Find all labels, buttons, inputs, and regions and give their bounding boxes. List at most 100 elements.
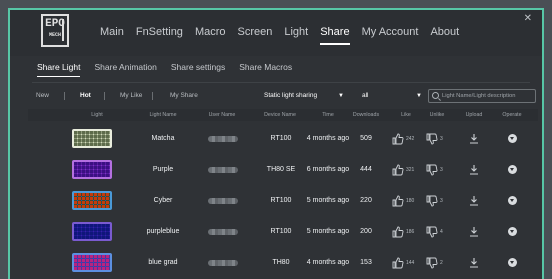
nav-about[interactable]: About — [424, 23, 465, 41]
keyboard-preview-image — [72, 222, 112, 241]
like-count: 186 — [406, 229, 415, 235]
column-header-device-name: Device Name — [264, 112, 296, 118]
thumb-up-icon[interactable] — [392, 226, 404, 238]
more-circle-icon[interactable] — [508, 134, 517, 143]
filter-hot[interactable]: Hot — [80, 88, 91, 104]
divider — [32, 82, 530, 83]
light-name: Cyber — [153, 197, 173, 204]
nav-my-account[interactable]: My Account — [356, 23, 425, 41]
column-header-light-name: Light Name — [149, 112, 177, 118]
light-name: Purple — [152, 166, 174, 173]
download-icon[interactable] — [469, 257, 479, 268]
share-time: 5 months ago — [306, 197, 350, 204]
keyboard-preview-image — [72, 129, 112, 148]
chevron-down-icon[interactable]: ▼ — [338, 88, 344, 104]
download-icon[interactable] — [469, 226, 479, 237]
light-name: purpleblue — [146, 228, 180, 235]
nav-macro[interactable]: Macro — [189, 23, 232, 41]
like-count: 180 — [406, 198, 415, 204]
column-header-light: Light — [91, 112, 103, 118]
app-window: EPO MECH Main FnSetting Macro Screen Lig… — [8, 8, 544, 279]
nav-fnsetting[interactable]: FnSetting — [130, 23, 189, 41]
filter-my-like[interactable]: My Like — [120, 88, 142, 104]
thumb-down-icon[interactable] — [426, 133, 438, 145]
device-select[interactable]: all — [362, 88, 369, 104]
nav-main[interactable]: Main — [94, 23, 130, 41]
unlike-count: 3 — [440, 198, 443, 204]
unlike-count: 3 — [440, 167, 443, 173]
search-input[interactable] — [442, 91, 534, 101]
divider — [152, 92, 153, 100]
device-name: RT100 — [270, 197, 292, 204]
tab-share-settings[interactable]: Share settings — [166, 60, 230, 74]
nav-screen[interactable]: Screen — [232, 23, 279, 41]
more-circle-icon[interactable] — [508, 258, 517, 267]
like-count: 321 — [406, 167, 415, 173]
table-row[interactable]: blue grad TH80 4 months ago 153 144 2 — [28, 248, 538, 278]
main-nav: Main FnSetting Macro Screen Light Share … — [94, 23, 465, 45]
download-icon[interactable] — [469, 133, 479, 144]
tab-share-animation[interactable]: Share Animation — [89, 60, 161, 74]
share-type-select[interactable]: Static light sharing — [264, 88, 317, 104]
more-circle-icon[interactable] — [508, 227, 517, 236]
table-header: Light Light Name User Name Device Name T… — [28, 109, 538, 121]
column-header-operate: Operate — [502, 112, 522, 118]
download-count: 509 — [360, 135, 372, 142]
user-name-redacted — [208, 136, 238, 142]
chevron-down-icon[interactable]: ▼ — [416, 88, 422, 104]
unlike-count: 2 — [440, 260, 443, 266]
more-circle-icon[interactable] — [508, 196, 517, 205]
close-icon[interactable]: ✕ — [524, 13, 532, 24]
tab-share-light[interactable]: Share Light — [32, 60, 85, 77]
unlike-count: 3 — [440, 136, 443, 142]
tab-share-macros[interactable]: Share Macros — [234, 60, 297, 74]
share-time: 4 months ago — [306, 259, 350, 266]
thumb-up-icon[interactable] — [392, 257, 404, 269]
column-header-time: Time — [322, 112, 334, 118]
nav-share[interactable]: Share — [314, 23, 355, 45]
nav-light[interactable]: Light — [278, 23, 314, 41]
keyboard-preview-image — [72, 191, 112, 210]
divider — [104, 92, 105, 100]
user-name-redacted — [208, 260, 238, 266]
thumb-up-icon[interactable] — [392, 133, 404, 145]
thumb-down-icon[interactable] — [426, 226, 438, 238]
download-icon[interactable] — [469, 164, 479, 175]
like-count: 242 — [406, 136, 415, 142]
share-time: 6 months ago — [306, 166, 350, 173]
download-count: 153 — [360, 259, 372, 266]
table-row[interactable]: Cyber RT100 5 months ago 220 180 3 — [28, 186, 538, 216]
thumb-up-icon[interactable] — [392, 195, 404, 207]
filter-new[interactable]: New — [36, 88, 49, 104]
column-header-like: Like — [401, 112, 411, 118]
logo-bar — [62, 19, 64, 41]
light-name: Matcha — [151, 135, 175, 142]
divider — [64, 92, 65, 100]
table-row[interactable]: Purple TH80 SE 6 months ago 444 321 3 — [28, 155, 538, 185]
unlike-count: 4 — [440, 229, 443, 235]
top-bar: EPO MECH Main FnSetting Macro Screen Lig… — [10, 10, 542, 56]
device-name: RT100 — [270, 135, 292, 142]
light-name: blue grad — [148, 259, 178, 266]
device-name: RT100 — [270, 228, 292, 235]
search-box — [428, 89, 536, 103]
column-header-user-name: User Name — [208, 112, 236, 118]
table-row[interactable]: purpleblue RT100 5 months ago 200 186 4 — [28, 217, 538, 247]
page-background: EPO MECH Main FnSetting Macro Screen Lig… — [0, 0, 552, 279]
user-name-redacted — [208, 229, 238, 235]
app-logo: EPO MECH — [41, 14, 69, 47]
thumb-down-icon[interactable] — [426, 195, 438, 207]
download-icon[interactable] — [469, 195, 479, 206]
device-name: TH80 SE — [266, 166, 296, 173]
more-circle-icon[interactable] — [508, 165, 517, 174]
keyboard-preview-image — [72, 253, 112, 272]
search-icon — [432, 92, 439, 99]
table-row[interactable]: Matcha RT100 4 months ago 509 242 3 — [28, 124, 538, 154]
thumb-up-icon[interactable] — [392, 164, 404, 176]
thumb-down-icon[interactable] — [426, 257, 438, 269]
download-count: 444 — [360, 166, 372, 173]
column-header-downloads: Downloads — [352, 112, 380, 118]
share-subtabs: Share Light Share Animation Share settin… — [32, 60, 301, 77]
thumb-down-icon[interactable] — [426, 164, 438, 176]
filter-my-share[interactable]: My Share — [170, 88, 198, 104]
